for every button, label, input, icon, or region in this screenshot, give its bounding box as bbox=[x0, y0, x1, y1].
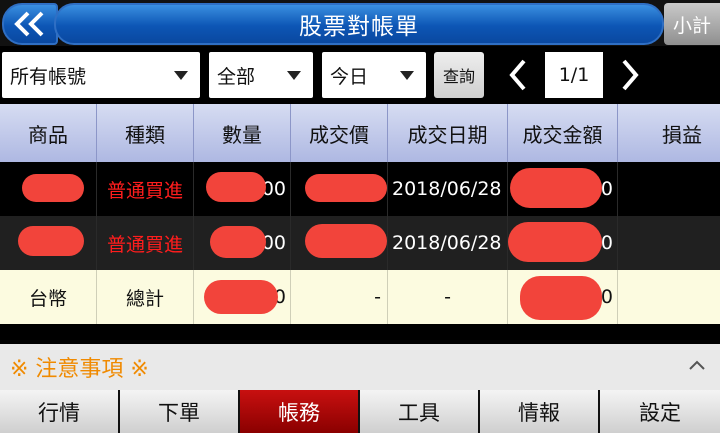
chevron-up-icon[interactable] bbox=[688, 358, 706, 372]
redaction-mark bbox=[204, 280, 278, 314]
cell-price bbox=[291, 162, 388, 216]
column-header-price[interactable]: 成交價 bbox=[291, 104, 388, 162]
subtotal-button[interactable]: 小計 bbox=[664, 3, 720, 45]
cell-type: 普通買進 bbox=[97, 216, 194, 270]
table-empty-area bbox=[0, 324, 720, 344]
redaction-mark bbox=[18, 226, 84, 256]
cell-price bbox=[291, 216, 388, 270]
cell-product: 台幣 bbox=[0, 270, 97, 324]
cell-amount: 0 bbox=[508, 162, 618, 216]
prev-page-button[interactable] bbox=[504, 56, 532, 94]
next-page-button[interactable] bbox=[616, 56, 644, 94]
period-dropdown[interactable]: 今日 bbox=[322, 52, 426, 98]
redaction-mark bbox=[210, 226, 266, 258]
table-header: 商品 種類 數量 成交價 成交日期 成交金額 損益 bbox=[0, 104, 720, 162]
redaction-mark bbox=[510, 168, 602, 208]
cell-quantity: 00 bbox=[194, 216, 291, 270]
tab-order[interactable]: 下單 bbox=[120, 390, 240, 433]
caret-down-icon bbox=[400, 71, 414, 80]
redaction-mark bbox=[22, 174, 84, 202]
query-button[interactable]: 查詢 bbox=[434, 52, 484, 98]
notice-bar[interactable]: ※ 注意事項 ※ bbox=[0, 344, 720, 390]
cell-price: - bbox=[291, 270, 388, 324]
cell-date: 2018/06/28 bbox=[388, 162, 508, 216]
cell-type: 總計 bbox=[97, 270, 194, 324]
period-dropdown-value: 今日 bbox=[330, 65, 369, 88]
tab-tools[interactable]: 工具 bbox=[360, 390, 480, 433]
account-dropdown[interactable]: 所有帳號 bbox=[2, 52, 200, 98]
cell-amount-text: 0 bbox=[600, 232, 613, 254]
tab-account[interactable]: 帳務 bbox=[240, 390, 360, 433]
cell-pnl bbox=[618, 270, 720, 324]
cell-amount: 0 bbox=[508, 216, 618, 270]
bottom-tab-bar: 行情 下單 帳務 工具 情報 設定 bbox=[0, 390, 720, 433]
account-dropdown-value: 所有帳號 bbox=[10, 65, 87, 88]
cell-quantity: 0 bbox=[194, 270, 291, 324]
cell-quantity: 00 bbox=[194, 162, 291, 216]
tab-info[interactable]: 情報 bbox=[480, 390, 600, 433]
caret-down-icon bbox=[174, 71, 188, 80]
page-title: 股票對帳單 bbox=[54, 3, 664, 45]
chevron-right-icon bbox=[622, 59, 639, 91]
page-indicator: 1/1 bbox=[545, 52, 603, 98]
cell-pnl bbox=[618, 162, 720, 216]
table-row[interactable]: 普通買進 00 2018/06/28 0 bbox=[0, 162, 720, 216]
back-button[interactable] bbox=[2, 3, 58, 45]
category-dropdown-value: 全部 bbox=[217, 65, 256, 88]
cell-date: 2018/06/28 bbox=[388, 216, 508, 270]
cell-amount-text: 0 bbox=[600, 286, 613, 308]
double-chevron-left-icon bbox=[14, 11, 44, 37]
category-dropdown[interactable]: 全部 bbox=[209, 52, 313, 98]
cell-amount: 0 bbox=[508, 270, 618, 324]
cell-product bbox=[0, 162, 97, 216]
cell-product bbox=[0, 216, 97, 270]
title-bar: 股票對帳單 小計 bbox=[0, 0, 720, 46]
column-header-quantity[interactable]: 數量 bbox=[194, 104, 291, 162]
redaction-mark bbox=[508, 222, 602, 262]
filter-bar: 所有帳號 全部 今日 查詢 1/1 bbox=[0, 46, 720, 104]
column-header-type[interactable]: 種類 bbox=[97, 104, 194, 162]
redaction-mark bbox=[206, 172, 266, 202]
tab-settings[interactable]: 設定 bbox=[600, 390, 720, 433]
redaction-mark bbox=[305, 174, 387, 202]
redaction-mark bbox=[305, 224, 387, 258]
column-header-date[interactable]: 成交日期 bbox=[388, 104, 508, 162]
tab-quotes[interactable]: 行情 bbox=[0, 390, 120, 433]
table-row[interactable]: 普通買進 00 2018/06/28 0 bbox=[0, 216, 720, 270]
column-header-amount[interactable]: 成交金額 bbox=[508, 104, 618, 162]
cell-type: 普通買進 bbox=[97, 162, 194, 216]
notice-label: ※ 注意事項 ※ bbox=[10, 357, 149, 382]
redaction-mark bbox=[520, 276, 602, 320]
cell-amount-text: 0 bbox=[600, 178, 613, 200]
chevron-left-icon bbox=[509, 59, 526, 91]
cell-pnl bbox=[618, 216, 720, 270]
column-header-pnl[interactable]: 損益 bbox=[618, 104, 720, 162]
column-header-product[interactable]: 商品 bbox=[0, 104, 97, 162]
caret-down-icon bbox=[287, 71, 301, 80]
cell-date: - bbox=[388, 270, 508, 324]
total-row[interactable]: 台幣 總計 0 - - 0 bbox=[0, 270, 720, 324]
